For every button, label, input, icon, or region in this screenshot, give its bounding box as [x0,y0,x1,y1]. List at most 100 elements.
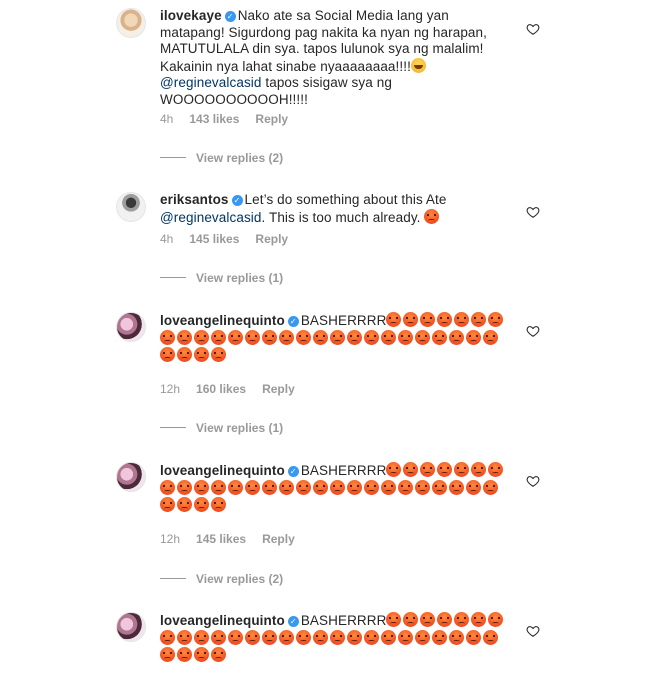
angry-emoji-icon [454,462,470,477]
angry-emoji-icon [160,497,175,512]
angry-emoji-icon [211,629,226,645]
angry-emoji-icon [483,329,498,345]
view-replies-button[interactable]: View replies (2) [160,151,283,165]
angry-emoji-icon [437,612,453,627]
heart-icon[interactable] [526,474,540,488]
angry-emoji-icon [466,329,481,345]
angry-emoji-icon [160,329,175,345]
angry-emoji-icon [347,629,362,645]
verified-badge-icon: ✓ [231,195,243,206]
verified-badge-icon: ✓ [287,466,299,477]
mention-link[interactable]: @reginevalcasid [160,75,262,90]
angry-emoji-icon [420,312,436,327]
angry-emoji-icon [211,347,226,362]
avatar[interactable] [116,312,146,342]
username[interactable]: ilovekaye [160,8,222,23]
likes-count[interactable]: 143 likes [189,112,239,126]
angry-emoji-icon [245,479,260,495]
angry-emoji-icon [279,329,294,345]
angry-emoji-icon [386,312,402,327]
reply-button[interactable]: Reply [255,232,288,246]
angry-emoji-icon [347,479,362,495]
heart-icon[interactable] [526,22,540,36]
angry-emoji-icon [296,479,311,495]
angry-emoji-icon [403,462,419,477]
angry-emoji-icon [194,647,209,662]
likes-count[interactable]: 160 likes [196,382,246,396]
angry-emoji-icon [415,629,430,645]
avatar[interactable] [116,8,146,38]
comment-meta: 4h 143 likes Reply [160,112,304,126]
username[interactable]: eriksantos [160,192,229,207]
angry-emoji-icon [262,329,277,345]
angry-emoji-icon [160,479,175,495]
view-replies-button[interactable]: View replies (2) [160,572,283,586]
angry-emoji-icon [449,329,464,345]
angry-emoji-icon [398,329,413,345]
angry-emoji-icon [488,312,504,327]
avatar[interactable] [116,192,146,222]
angry-emoji-icon [424,208,440,224]
likes-count[interactable]: 145 likes [196,532,246,546]
angry-emoji-icon [177,629,192,645]
avatar[interactable] [116,462,146,492]
mention-link[interactable]: @reginevalcasid [160,210,262,225]
view-replies-label: View replies (2) [196,151,284,165]
angry-emoji-icon [194,497,209,512]
angry-emoji-icon [471,312,487,327]
view-replies-button[interactable]: View replies (1) [160,271,283,285]
angry-emoji-icon [347,329,362,345]
angry-emoji-icon [449,629,464,645]
comment-meta: 12h 160 likes Reply [160,382,311,396]
username[interactable]: loveangelinequinto [160,613,285,628]
reply-button[interactable]: Reply [262,382,295,396]
username[interactable]: loveangelinequinto [160,463,285,478]
angry-emoji-icon [483,629,498,645]
angry-emoji-icon [211,647,226,662]
angry-emoji-icon [228,329,243,345]
angry-emoji-icon [483,479,498,495]
heart-icon[interactable] [526,205,540,219]
reply-button[interactable]: Reply [255,112,288,126]
likes-count[interactable]: 145 likes [189,232,239,246]
angry-emoji-icon [364,629,379,645]
avatar[interactable] [116,612,146,642]
angry-emoji-icon [381,629,396,645]
view-replies-label: View replies (1) [196,421,284,435]
angry-emoji-icon [381,479,396,495]
angry-emoji-icon [398,479,413,495]
view-replies-button[interactable]: View replies (1) [160,421,283,435]
reply-button[interactable]: Reply [262,532,295,546]
username[interactable]: loveangelinequinto [160,313,285,328]
timestamp: 4h [160,232,174,246]
comment-text: loveangelinequinto ✓ BASHERRRR [160,312,516,365]
angry-emoji-icon [420,612,436,627]
comment-text: loveangelinequinto ✓ BASHERRRR [160,462,516,515]
angry-emoji-icon [364,329,379,345]
comment-text: eriksantos ✓ Let’s do something about this… [160,192,516,226]
view-replies-label: View replies (2) [196,572,284,586]
heart-icon[interactable] [526,324,540,338]
comment-body: BASHERRRR [300,463,387,478]
angry-emoji-icon [330,479,345,495]
angry-emoji-icon [488,612,504,627]
angry-emoji-icon [177,647,192,662]
comment-body-continued: . This is too much already. [261,209,421,225]
divider-line [160,427,186,428]
angry-emoji-icon [386,462,402,477]
angry-emoji-icon [454,312,470,327]
timestamp: 12h [160,532,181,546]
angry-emoji-icon [488,462,504,477]
angry-emoji-icon [177,479,192,495]
divider-line [160,578,186,579]
angry-emoji-icon [177,497,192,512]
angry-emoji-icon [403,312,419,327]
angry-emoji-icon [228,629,243,645]
angry-emoji-icon [398,629,413,645]
angry-emoji-icon [245,629,260,645]
view-replies-label: View replies (1) [196,271,284,285]
angry-emoji-icon [279,479,294,495]
heart-icon[interactable] [526,624,540,638]
angry-emoji-icon [160,347,175,362]
verified-badge-icon: ✓ [224,11,236,22]
